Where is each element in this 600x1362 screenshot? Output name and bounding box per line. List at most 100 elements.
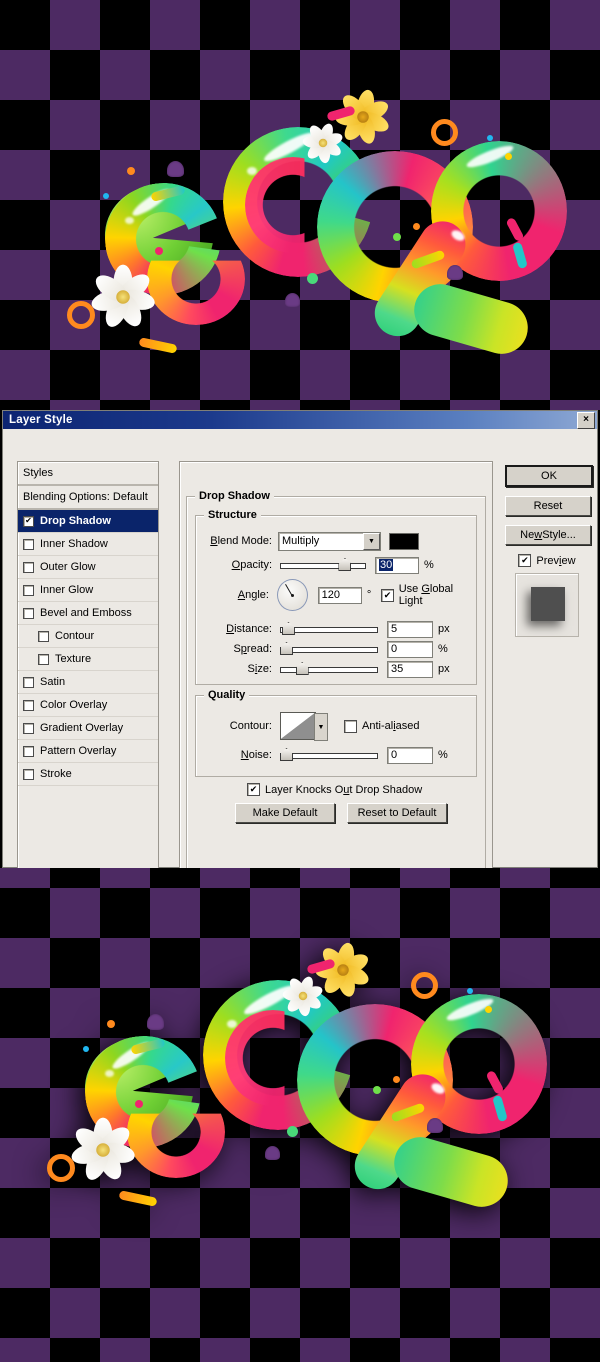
ok-button[interactable]: OK (505, 465, 593, 487)
spread-value: 0 (391, 643, 398, 655)
checkbox-icon[interactable]: ✔ (381, 588, 394, 602)
styles-list-item-color-overlay[interactable]: Color Overlay (18, 694, 158, 717)
list-label: Inner Glow (40, 584, 94, 596)
styles-list-item-gradient-overlay[interactable]: Gradient Overlay (18, 717, 158, 740)
distance-input[interactable]: 5 (387, 620, 433, 638)
styles-list-item-satin[interactable]: Satin (18, 671, 158, 694)
style-preview-thumbnail (515, 573, 579, 637)
checkbox-icon[interactable] (23, 584, 34, 596)
gloss-dot (247, 167, 257, 175)
opacity-label: Opacity: (231, 559, 272, 571)
make-default-button[interactable]: Make Default (235, 803, 335, 823)
chevron-down-icon[interactable]: ▼ (314, 713, 328, 741)
styles-list-item-inner-glow[interactable]: Inner Glow (18, 579, 158, 602)
angle-dial[interactable] (276, 579, 308, 611)
chevron-down-icon[interactable]: ▼ (363, 532, 380, 550)
checkbox-icon[interactable] (23, 722, 34, 734)
blend-mode-select[interactable]: Multiply ▼ (278, 531, 381, 551)
list-label: Blending Options: Default (23, 491, 148, 503)
checkbox-icon[interactable] (23, 676, 34, 688)
new-style-button[interactable]: Ne w Style... (505, 525, 591, 545)
checkbox-icon[interactable]: ✔ (518, 554, 532, 567)
slider-thumb[interactable] (295, 662, 309, 675)
gloss-dot (125, 217, 134, 224)
close-icon[interactable]: × (577, 411, 595, 429)
angle-input[interactable]: 120 (317, 586, 362, 604)
styles-list-item-outer-glow[interactable]: Outer Glow (18, 556, 158, 579)
reset-button[interactable]: Reset (505, 496, 591, 516)
size-input[interactable]: 35 (387, 660, 433, 678)
checkbox-icon[interactable] (344, 719, 357, 733)
checkbox-icon[interactable] (38, 630, 49, 642)
confetti-dot (373, 1086, 381, 1094)
drop-shadow-settings-panel: Drop Shadow Structure Blend Mode: Multip… (179, 461, 493, 904)
reset-to-default-button[interactable]: Reset to Default (347, 803, 447, 823)
styles-list-item-texture[interactable]: Texture (18, 648, 158, 671)
shadow-color-swatch[interactable] (389, 532, 419, 550)
checkbox-icon[interactable] (23, 538, 34, 550)
confetti-ring (47, 1154, 75, 1182)
noise-slider[interactable] (280, 748, 378, 761)
checkbox-icon[interactable] (23, 699, 34, 711)
checkbox-icon[interactable]: ✔ (247, 783, 260, 796)
styles-list[interactable]: Styles Blending Options: Default ✔ Drop … (17, 461, 159, 883)
drop-shadow-group: Drop Shadow Structure Blend Mode: Multip… (186, 490, 486, 904)
slider-track (280, 563, 366, 569)
layer-knocks-out-checkbox[interactable]: ✔ Layer Knocks Out Drop Shadow (247, 783, 422, 796)
confetti-dash (138, 337, 178, 354)
layer-style-dialog[interactable]: Layer Style × Styles Blending Options: D… (2, 410, 598, 904)
noise-label: Noise: (240, 749, 272, 761)
list-label: Texture (55, 653, 92, 665)
angle-dial-center (290, 593, 294, 597)
styles-list-item-inner-shadow[interactable]: Inner Shadow (18, 533, 158, 556)
styles-list-item-stroke[interactable]: Stroke (18, 763, 158, 786)
anti-aliased-checkbox[interactable]: Anti-aliased (344, 719, 420, 733)
confetti-dot (287, 1126, 298, 1137)
confetti-dot (413, 223, 420, 230)
contour-preview[interactable]: ▼ (280, 712, 328, 741)
noise-input[interactable]: 0 (387, 746, 433, 764)
styles-list-item-contour[interactable]: Contour (18, 625, 158, 648)
styles-list-item-styles[interactable]: Styles (18, 462, 158, 486)
checkbox-icon[interactable] (23, 561, 34, 573)
list-label: Bevel and Emboss (40, 607, 132, 619)
checkbox-icon[interactable] (23, 607, 34, 619)
styles-list-item-blending-options[interactable]: Blending Options: Default (18, 486, 158, 510)
slider-track (280, 753, 378, 759)
list-label: Inner Shadow (40, 538, 108, 550)
confetti-dot (487, 135, 493, 141)
styles-list-item-drop-shadow[interactable]: ✔ Drop Shadow (18, 510, 158, 533)
opacity-slider[interactable] (280, 558, 366, 571)
checkbox-icon[interactable] (23, 745, 34, 757)
cool-lettering-bottom (0, 868, 600, 1362)
spread-slider[interactable] (280, 642, 378, 655)
size-slider[interactable] (280, 662, 378, 675)
slider-thumb[interactable] (280, 748, 293, 761)
use-global-light-checkbox[interactable]: ✔ Use Global Light (381, 583, 476, 607)
slider-thumb[interactable] (281, 622, 295, 635)
contour-label: Contour: (229, 720, 272, 732)
checkbox-icon[interactable]: ✔ (23, 515, 34, 527)
confetti-dot (307, 273, 318, 284)
structure-group: Structure Blend Mode: Multiply ▼ Opacity… (195, 509, 477, 685)
spread-input[interactable]: 0 (387, 640, 433, 658)
slider-thumb[interactable] (338, 558, 352, 571)
confetti-dot (103, 193, 109, 199)
styles-list-item-bevel-and-emboss[interactable]: Bevel and Emboss (18, 602, 158, 625)
slider-thumb[interactable] (280, 642, 293, 655)
preview-checkbox[interactable]: ✔ Preview (505, 554, 589, 567)
styles-list-item-pattern-overlay[interactable]: Pattern Overlay (18, 740, 158, 763)
list-label: Outer Glow (40, 561, 96, 573)
structure-group-label: Structure (204, 509, 261, 521)
checkbox-icon[interactable] (23, 768, 34, 780)
distance-slider[interactable] (280, 622, 378, 635)
opacity-unit: % (424, 559, 434, 571)
spread-label: Spread: (233, 643, 272, 655)
opacity-input[interactable]: 30 (375, 556, 419, 574)
confetti-dot (485, 1006, 492, 1013)
confetti-petal (285, 293, 300, 307)
confetti-dash (118, 1190, 158, 1207)
checkbox-icon[interactable] (38, 653, 49, 665)
confetti-dot (467, 988, 473, 994)
dialog-titlebar[interactable]: Layer Style × (3, 411, 597, 429)
